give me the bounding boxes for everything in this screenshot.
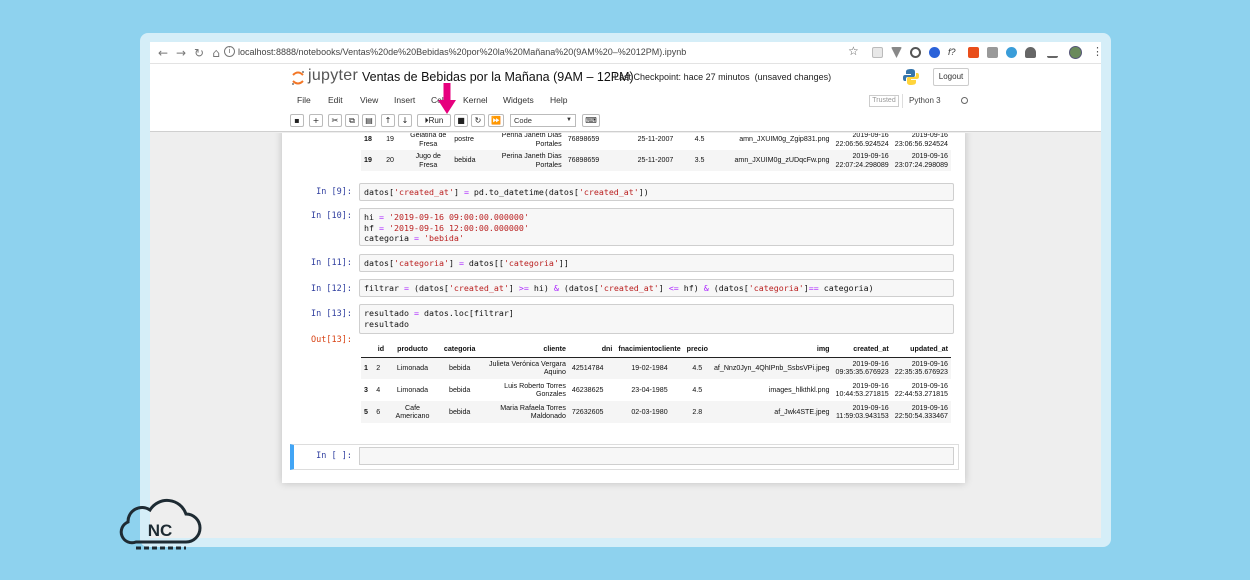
code-cell-11[interactable]: datos['categoria'] = datos[['categoria']… xyxy=(359,254,954,272)
back-icon[interactable]: ← xyxy=(156,45,170,61)
cell-prompt: In [11]: xyxy=(311,258,352,268)
code-cell-12[interactable]: filtrar = (datos['created_at'] >= hi) & … xyxy=(359,279,954,297)
jupyter-header: jupyter Ventas de Bebidas por la Mañana … xyxy=(150,64,1101,132)
jupyter-logo-icon xyxy=(292,71,304,85)
menu-widgets[interactable]: Widgets xyxy=(503,95,534,105)
move-down-icon[interactable]: ↓ xyxy=(398,114,412,127)
cut-icon[interactable]: ✂ xyxy=(328,114,342,127)
menu-bar: File Edit View Insert Cell Kernel Widget… xyxy=(288,92,971,110)
extension-icon[interactable] xyxy=(987,47,998,58)
restart-run-all-icon[interactable]: ⏩ xyxy=(488,114,504,127)
extension-icon[interactable] xyxy=(1006,47,1017,58)
info-icon[interactable]: i xyxy=(224,46,235,57)
extension-icon[interactable] xyxy=(872,47,883,58)
code-cell-13[interactable]: resultado = datos.loc[filtrar] resultado xyxy=(359,304,954,334)
extension-icon[interactable] xyxy=(1047,47,1058,58)
interrupt-icon[interactable]: ■ xyxy=(454,114,468,127)
kernel-status-icon xyxy=(961,97,968,104)
add-cell-icon[interactable]: + xyxy=(309,114,323,127)
column-header: id xyxy=(377,344,385,353)
column-header: created_at xyxy=(853,344,889,353)
annotation-arrow-icon xyxy=(438,83,456,114)
extension-icon[interactable] xyxy=(910,47,921,58)
copy-icon[interactable]: ⧉ xyxy=(345,114,359,127)
menu-help[interactable]: Help xyxy=(550,95,567,105)
output-prompt: Out[13]: xyxy=(311,335,352,345)
avatar[interactable] xyxy=(1069,46,1082,59)
extension-icon[interactable] xyxy=(968,47,979,58)
cell-prompt: In [12]: xyxy=(311,284,352,294)
extension-icon[interactable] xyxy=(891,47,902,58)
cell-prompt: In [10]: xyxy=(311,211,352,221)
browser-window: ← → ↻ ⌂ i localhost:8888/notebooks/Venta… xyxy=(150,42,1101,538)
column-header: dni xyxy=(601,344,613,353)
table-row: 1 2 Limonada bebida Julieta Verónica Ver… xyxy=(361,357,951,379)
menu-kebab-icon[interactable]: ⋮ xyxy=(1092,45,1101,58)
address-bar[interactable]: localhost:8888/notebooks/Ventas%20de%20B… xyxy=(238,46,686,59)
menu-kernel[interactable]: Kernel xyxy=(463,95,488,105)
cell-prompt: In [13]: xyxy=(311,309,352,319)
bookmark-star-icon[interactable]: ☆ xyxy=(848,44,859,58)
checkpoint-status: Last Checkpoint: hace 27 minutos (unsave… xyxy=(614,72,832,82)
nc-logo-text: NC xyxy=(148,521,173,540)
keyboard-icon[interactable]: ⌨ xyxy=(582,114,600,127)
forward-icon[interactable]: → xyxy=(174,45,188,61)
logout-button[interactable]: Logout xyxy=(933,68,969,86)
empty-code-input[interactable] xyxy=(359,447,954,465)
run-button[interactable]: ⏵Run xyxy=(417,114,451,127)
prev-output-table: 18 19 Gelatina de Fresa postre Perina Ja… xyxy=(361,133,951,171)
notebook-title[interactable]: Ventas de Bebidas por la Mañana (9AM – 1… xyxy=(362,70,634,84)
menu-insert[interactable]: Insert xyxy=(394,95,415,105)
code-cell-10[interactable]: hi = '2019-09-16 09:00:00.000000' hf = '… xyxy=(359,208,954,246)
browser-toolbar: ← → ↻ ⌂ i localhost:8888/notebooks/Venta… xyxy=(150,42,1101,64)
column-header: cliente xyxy=(543,344,566,353)
menu-view[interactable]: View xyxy=(360,95,378,105)
nc-cloud-logo-icon: NC xyxy=(119,498,202,550)
table-row: 18 19 Gelatina de Fresa postre Perina Ja… xyxy=(364,133,949,148)
extension-icon[interactable] xyxy=(1025,47,1036,58)
column-header: categoria xyxy=(443,344,476,353)
jupyter-logo-text[interactable]: jupyter xyxy=(308,67,358,85)
column-header: precio xyxy=(686,344,708,353)
reload-icon[interactable]: ↻ xyxy=(192,45,206,61)
python-logo-icon xyxy=(903,69,919,85)
table-row: 3 4 Limonada bebida Luis Roberto Torres … xyxy=(364,381,949,399)
notebook-toolbar: ▪ + ✂ ⧉ ▤ ↑ ↓ ⏵Run ■ ↻ ⏩ Code ▼ ⌨ xyxy=(288,111,971,129)
trusted-indicator[interactable]: Trusted xyxy=(869,95,899,107)
table-row: 5 6 Cafe Americano bebida Maria Rafaela … xyxy=(361,401,951,423)
notebook-page: 18 19 Gelatina de Fresa postre Perina Ja… xyxy=(282,133,965,483)
notebook-area[interactable]: 18 19 Gelatina de Fresa postre Perina Ja… xyxy=(150,133,1101,538)
column-header: img xyxy=(816,344,830,353)
save-icon[interactable]: ▪ xyxy=(290,114,304,127)
table-header-row: id producto categoria cliente dni fnacim… xyxy=(361,341,951,357)
column-header: fnacimientocliente xyxy=(618,344,681,353)
menu-edit[interactable]: Edit xyxy=(328,95,343,105)
extension-icon[interactable] xyxy=(929,47,940,58)
table-row: 19 20 Jugo de Fresa bebida Perina Janeth… xyxy=(361,150,951,171)
paste-icon[interactable]: ▤ xyxy=(362,114,376,127)
column-header: producto xyxy=(397,344,428,353)
move-up-icon[interactable]: ↑ xyxy=(381,114,395,127)
home-icon[interactable]: ⌂ xyxy=(209,45,223,61)
result-table: id producto categoria cliente dni fnacim… xyxy=(361,341,951,423)
menu-file[interactable]: File xyxy=(297,95,311,105)
column-header: updated_at xyxy=(910,344,948,353)
cell-prompt: In [ ]: xyxy=(316,451,352,461)
restart-icon[interactable]: ↻ xyxy=(471,114,485,127)
extension-icon[interactable]: f? xyxy=(948,47,959,58)
cell-type-select[interactable]: Code ▼ xyxy=(510,114,576,127)
code-cell-9[interactable]: datos['created_at'] = pd.to_datetime(dat… xyxy=(359,183,954,201)
cell-prompt: In [9]: xyxy=(316,187,352,197)
